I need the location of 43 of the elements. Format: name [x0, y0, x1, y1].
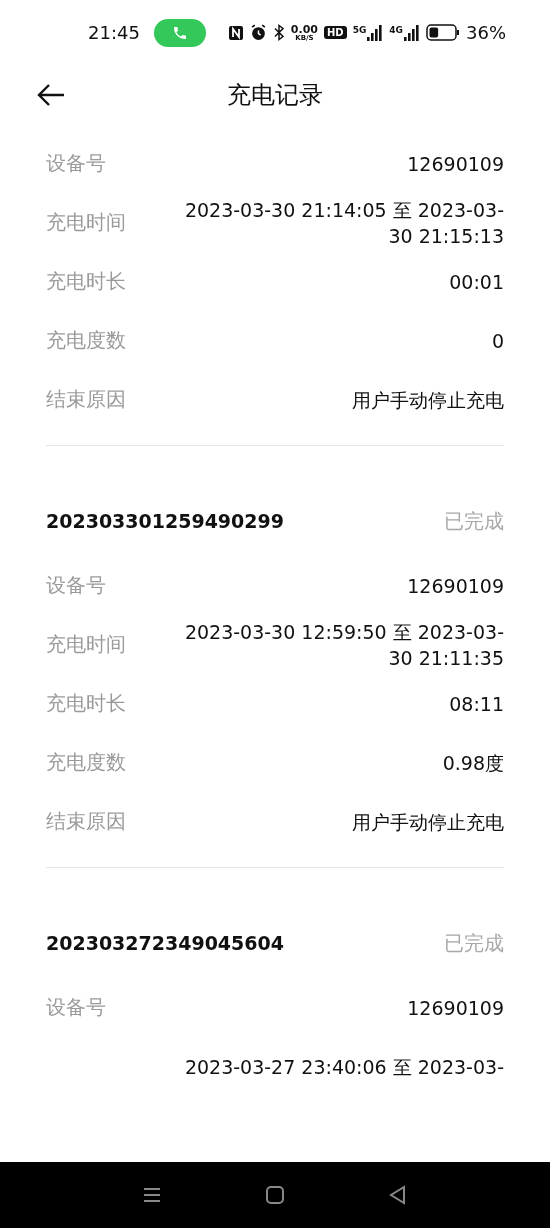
status-time: 21:45	[88, 22, 140, 43]
order-status: 已完成	[444, 507, 504, 535]
field-value: 08:11	[449, 691, 504, 717]
hd-badge: HD	[324, 26, 347, 39]
signal-icon	[404, 24, 420, 41]
network-type: 5G	[352, 24, 367, 35]
field-value: 2023-03-27 23:40:06 至 2023-03-	[184, 1054, 504, 1080]
field-value: 用户手动停止充电	[352, 387, 504, 413]
field-label: 充电时间	[46, 209, 126, 236]
field-label: 设备号	[46, 572, 106, 599]
order-number: 202303272349045604	[46, 932, 284, 954]
phone-icon	[171, 24, 188, 41]
field-value: 12690109	[407, 573, 504, 599]
back-arrow-icon	[36, 83, 66, 107]
field-label: 结束原因	[46, 386, 126, 413]
battery-icon	[426, 24, 460, 41]
field-label: 充电度数	[46, 749, 126, 776]
field-value: 用户手动停止充电	[352, 809, 504, 835]
order-number: 202303301259490299	[46, 510, 284, 532]
page-title: 充电记录	[227, 80, 323, 111]
bluetooth-icon	[272, 24, 285, 41]
field-value: 12690109	[407, 151, 504, 177]
signal-icon	[367, 24, 384, 41]
field-value: 00:01	[449, 269, 504, 295]
battery-percent: 36%	[466, 22, 506, 43]
field-label: 充电时长	[46, 690, 126, 717]
speed-value: 0.00	[290, 23, 318, 35]
field-value: 12690109	[407, 995, 504, 1021]
network-type: 4G	[389, 24, 403, 35]
field-label: 设备号	[46, 150, 106, 177]
field-value: 0.98度	[442, 750, 504, 776]
nfc-icon	[227, 24, 244, 41]
home-icon[interactable]	[263, 1183, 287, 1207]
field-label: 结束原因	[46, 808, 126, 835]
field-label: 充电时间	[46, 631, 126, 658]
field-value: 0	[491, 328, 504, 354]
field-value: 2023-03-30 21:14:05 至 2023-03-30 21:15:13	[184, 197, 504, 249]
field-label: 充电度数	[46, 327, 126, 354]
order-status: 已完成	[444, 929, 504, 957]
field-value: 2023-03-30 12:59:50 至 2023-03-30 21:11:35	[184, 619, 504, 671]
alarm-icon	[249, 24, 267, 41]
field-label: 设备号	[46, 994, 106, 1021]
field-label: 充电时长	[46, 268, 126, 295]
